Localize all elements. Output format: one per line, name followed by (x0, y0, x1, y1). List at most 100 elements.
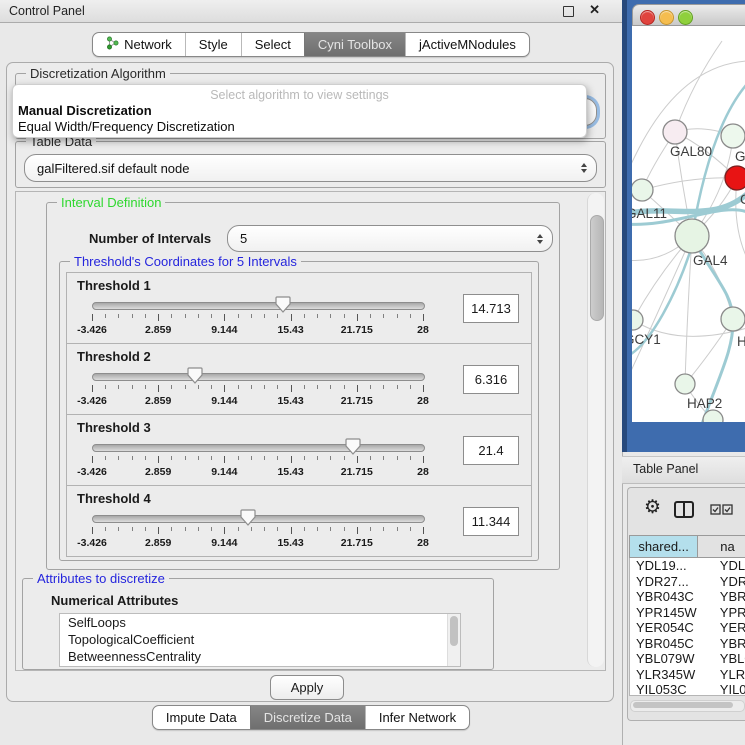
threshold-value-field[interactable]: 14.713 (463, 294, 519, 323)
tab-cyni-toolbox[interactable]: Cyni Toolbox (304, 33, 405, 56)
tick-mark (92, 456, 93, 463)
threshold-slider-thumb[interactable] (275, 296, 291, 313)
threshold-slider-track[interactable] (92, 373, 425, 381)
attributes-scrollbar-thumb[interactable] (450, 616, 458, 646)
cell-shared-name[interactable]: YER054C (630, 620, 708, 636)
network-node-gal11[interactable] (632, 179, 653, 201)
cell-shared-name[interactable]: YLR345W (630, 667, 708, 683)
number-of-intervals-combo[interactable]: 5 (227, 225, 553, 252)
tab-style[interactable]: Style (185, 33, 241, 56)
attributes-group: Attributes to discretize Numerical Attri… (22, 578, 494, 670)
cell-name[interactable]: YDR2 (708, 574, 745, 590)
tick-mark (238, 385, 239, 389)
tick-mark (397, 314, 398, 318)
table-row[interactable]: YBR045CYBR0 (630, 636, 745, 652)
table-h-scrollbar-thumb[interactable] (633, 702, 733, 708)
table-row[interactable]: YIL053CYIL0 (630, 682, 745, 696)
threshold-value-field[interactable]: 6.316 (463, 365, 519, 394)
cell-shared-name[interactable]: YDR27... (630, 574, 708, 590)
minimize-traffic-light-icon[interactable] (659, 10, 674, 25)
tick-mark (105, 314, 106, 318)
tick-mark (357, 385, 358, 392)
popup-item-manual-discretization[interactable]: Manual Discretization (13, 102, 586, 118)
attribute-item-topologicalcoefficient[interactable]: TopologicalCoefficient (60, 631, 460, 648)
tick-label: 21.715 (341, 466, 373, 478)
table-data-combo[interactable]: galFiltered.sif default node (24, 154, 597, 182)
tab-infer-network[interactable]: Infer Network (365, 706, 469, 729)
threshold-slider-track[interactable] (92, 444, 425, 452)
attribute-item-selfloops[interactable]: SelfLoops (60, 614, 460, 631)
tab-select[interactable]: Select (241, 33, 304, 56)
zoom-traffic-light-icon[interactable] (678, 10, 693, 25)
tick-label: 9.144 (211, 395, 237, 407)
cell-shared-name[interactable]: YPR145W (630, 605, 708, 621)
table-h-scrollbar[interactable] (630, 700, 745, 712)
network-node-hap2[interactable] (675, 374, 695, 394)
threshold-slider-track[interactable] (92, 302, 425, 310)
popup-item-equal-width-frequency[interactable]: Equal Width/Frequency Discretization (13, 118, 586, 134)
cell-name[interactable]: YDL1 (708, 558, 745, 574)
tick-mark (397, 527, 398, 531)
threshold-slider-thumb[interactable] (345, 438, 361, 455)
tab-impute-data[interactable]: Impute Data (153, 706, 250, 729)
threshold-slider-thumb[interactable] (240, 509, 256, 526)
threshold-slider-thumb[interactable] (187, 367, 203, 384)
panel-scrollbar[interactable] (587, 193, 604, 667)
cell-shared-name[interactable]: YBR045C (630, 636, 708, 652)
network-node-gcy1[interactable] (632, 310, 643, 330)
tick-mark (410, 527, 411, 531)
cell-shared-name[interactable]: YIL053C (630, 682, 708, 696)
cell-name[interactable]: YPR1 (708, 605, 745, 621)
panel-scrollbar-thumb[interactable] (590, 215, 604, 321)
threshold-value-field[interactable]: 21.4 (463, 436, 519, 465)
network-node-ga[interactable] (721, 124, 745, 148)
cell-name[interactable]: YLR3 (708, 667, 745, 683)
threshold-panel-3: Threshold 3 -3.4262.8599.14415.4321.7152… (66, 414, 532, 486)
cell-name[interactable]: YBR0 (708, 636, 745, 652)
tick-label: -3.426 (77, 324, 107, 336)
apply-button[interactable]: Apply (270, 675, 344, 700)
tick-mark (185, 527, 186, 531)
cell-name[interactable]: YBL0 (708, 651, 745, 667)
tick-mark (264, 314, 265, 318)
tab-discretize-data[interactable]: Discretize Data (250, 706, 365, 729)
attribute-item-betweennesscentrality[interactable]: BetweennessCentrality (60, 648, 460, 665)
network-node-c[interactable] (725, 166, 745, 190)
float-window-icon[interactable] (563, 6, 574, 17)
table-row[interactable]: YDL19...YDL1 (630, 558, 745, 574)
gear-icon[interactable]: ⚙ (644, 498, 661, 517)
cell-shared-name[interactable]: YBL079W (630, 651, 708, 667)
tick-mark (158, 456, 159, 463)
table-row[interactable]: YER054CYER0 (630, 620, 745, 636)
table-row[interactable]: YBR043CYBR0 (630, 589, 745, 605)
table-row[interactable]: YPR145WYPR1 (630, 605, 745, 621)
checkbox-icons[interactable] (710, 504, 733, 515)
cell-name[interactable]: YBR0 (708, 589, 745, 605)
tab-jactivemnodules[interactable]: jActiveMNodules (405, 33, 529, 56)
threshold-value-field[interactable]: 11.344 (463, 507, 519, 536)
network-node-gal4[interactable] (675, 219, 709, 253)
tick-mark (317, 385, 318, 389)
cell-name[interactable]: YER0 (708, 620, 745, 636)
network-node-gal80[interactable] (663, 120, 687, 144)
column-header-shared-name[interactable]: shared... (629, 535, 698, 558)
tab-label: jActiveMNodules (419, 37, 516, 52)
column-header-name[interactable]: na (698, 535, 745, 558)
cell-shared-name[interactable]: YBR043C (630, 589, 708, 605)
table-row[interactable]: YBL079WYBL0 (630, 651, 745, 667)
network-node-h[interactable] (721, 307, 745, 331)
network-canvas[interactable]: GAL80GACGAL11GAL4GCY1HHAP2 (632, 26, 745, 422)
table-row[interactable]: YLR345WYLR3 (630, 667, 745, 683)
cell-shared-name[interactable]: YDL19... (630, 558, 708, 574)
close-traffic-light-icon[interactable] (640, 10, 655, 25)
tab-network[interactable]: Network (93, 33, 185, 56)
close-icon[interactable]: ✕ (589, 2, 600, 18)
attributes-scrollbar[interactable] (447, 614, 460, 666)
tick-mark (238, 527, 239, 531)
network-window-titlebar[interactable] (632, 4, 745, 26)
table-row[interactable]: YDR27...YDR2 (630, 574, 745, 590)
tick-mark (423, 385, 424, 392)
threshold-slider-track[interactable] (92, 515, 425, 523)
columns-icon[interactable] (674, 501, 694, 523)
cell-name[interactable]: YIL0 (708, 682, 745, 696)
